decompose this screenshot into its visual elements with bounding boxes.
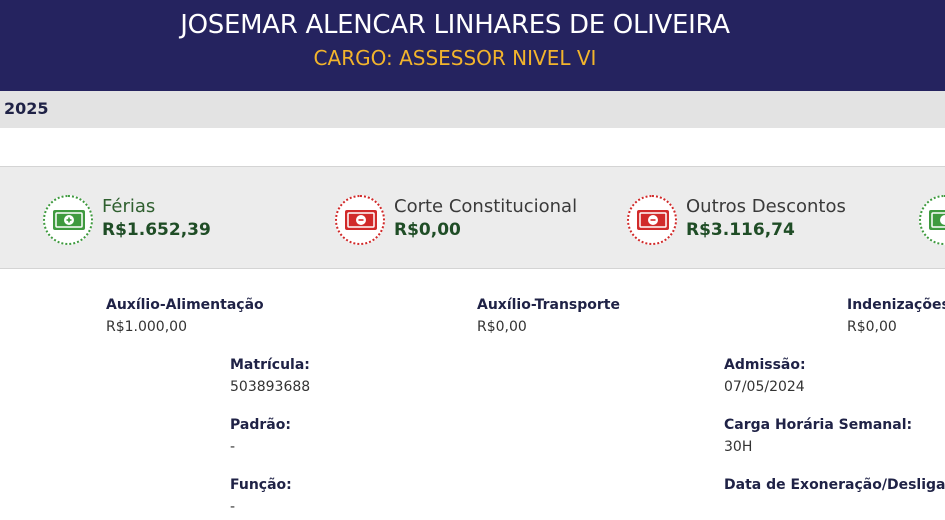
benefit-label-alimentacao: Auxílio-Alimentação xyxy=(106,297,264,313)
card-outros-descontos: Outros Descontos R$3.116,74 xyxy=(627,167,907,270)
funcao-value: - xyxy=(230,499,236,515)
card-value: R$1.652,39 xyxy=(102,220,211,240)
carga-horaria-label: Carga Horária Semanal: xyxy=(724,417,913,433)
exoneracao-label: Data de Exoneração/Desligam xyxy=(724,477,945,493)
benefit-value-transporte: R$0,00 xyxy=(477,319,527,335)
card-title: Outros Descontos xyxy=(686,196,846,217)
carga-horaria-value: 30H xyxy=(724,439,753,455)
card-value: R$3.116,74 xyxy=(686,220,795,240)
funcao-label: Função: xyxy=(230,477,292,493)
padrao-label: Padrão: xyxy=(230,417,291,433)
padrao-value: - xyxy=(230,439,236,455)
money-minus-icon xyxy=(627,195,677,245)
benefit-value-alimentacao: R$1.000,00 xyxy=(106,319,187,335)
matricula-value: 503893688 xyxy=(230,379,311,395)
card-corte-constitucional: Corte Constitucional R$0,00 xyxy=(335,167,615,270)
benefit-label-transporte: Auxílio-Transporte xyxy=(477,297,620,313)
year-label[interactable]: 2025 xyxy=(4,99,49,118)
summary-cards: Férias R$1.652,39 Corte Constitucional R… xyxy=(0,166,945,269)
employee-role: CARGO: ASSESSOR NIVEL VI xyxy=(313,46,597,70)
card-partial xyxy=(919,167,945,270)
money-minus-icon xyxy=(335,195,385,245)
card-ferias: Férias R$1.652,39 xyxy=(43,167,323,270)
year-bar[interactable]: 2025 xyxy=(0,91,945,128)
money-plus-icon xyxy=(919,195,945,245)
benefit-value-indenizacoes: R$0,00 xyxy=(847,319,897,335)
page-header: JOSEMAR ALENCAR LINHARES DE OLIVEIRA CAR… xyxy=(0,0,945,91)
benefit-label-indenizacoes: Indenizações xyxy=(847,297,945,313)
card-title: Férias xyxy=(102,196,156,217)
card-value: R$0,00 xyxy=(394,220,461,240)
admissao-label: Admissão: xyxy=(724,357,806,373)
matricula-label: Matrícula: xyxy=(230,357,310,373)
admissao-value: 07/05/2024 xyxy=(724,379,805,395)
card-title: Corte Constitucional xyxy=(394,196,578,217)
employee-name: JOSEMAR ALENCAR LINHARES DE OLIVEIRA xyxy=(180,10,730,40)
money-plus-icon xyxy=(43,195,93,245)
